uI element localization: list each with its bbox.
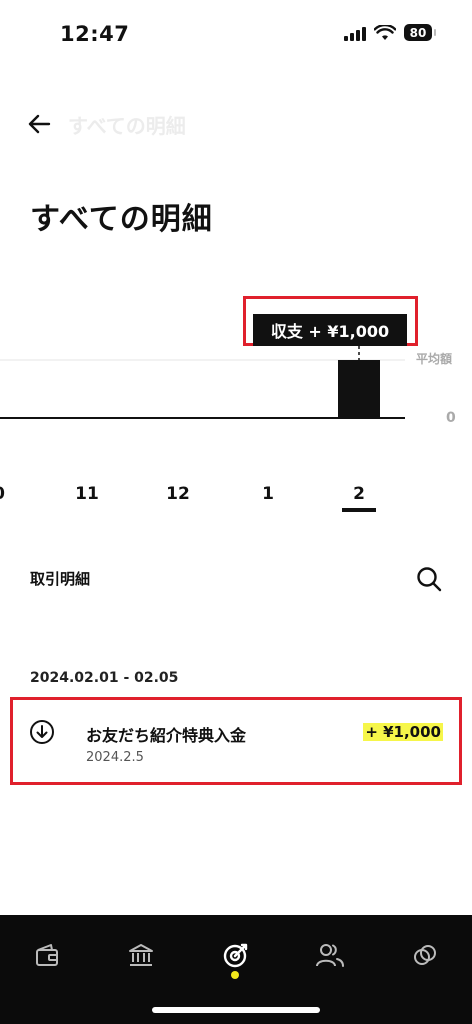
- tab-wallet[interactable]: [27, 935, 67, 975]
- battery-icon: 80: [404, 24, 436, 41]
- page-title: すべての明細: [30, 202, 213, 237]
- wifi-icon: [374, 24, 396, 40]
- bank-icon: [129, 944, 153, 966]
- monthly-chart: 収支 + ¥1,000 平均額 0 0 11 12 1 2: [0, 290, 472, 520]
- link-icon: [414, 945, 436, 965]
- selected-month-indicator: [342, 508, 376, 512]
- tab-friends[interactable]: [310, 935, 350, 975]
- nav-title: すべての明細: [68, 114, 186, 138]
- status-bar: 12:47 80: [0, 0, 472, 70]
- search-icon: [417, 567, 442, 592]
- zero-label: 0: [446, 410, 456, 426]
- back-button[interactable]: [22, 106, 58, 142]
- target-icon: [223, 943, 248, 968]
- tab-savings[interactable]: [216, 935, 256, 975]
- wallet-icon: [36, 944, 58, 966]
- balance-tooltip: 収支 + ¥1,000: [253, 314, 407, 346]
- search-button[interactable]: [414, 564, 444, 594]
- month-tab[interactable]: 12: [166, 484, 190, 504]
- tab-links[interactable]: [405, 935, 445, 975]
- chart-bar[interactable]: [338, 360, 380, 418]
- month-tab-selected[interactable]: 2: [353, 484, 365, 504]
- date-range-header: 2024.02.01 - 02.05: [30, 670, 179, 686]
- back-arrow-icon: [28, 114, 51, 134]
- status-time: 12:47: [60, 22, 130, 46]
- nav-bar: すべての明細: [0, 100, 472, 146]
- month-tab[interactable]: 11: [75, 484, 99, 504]
- deposit-icon: [30, 720, 54, 744]
- transaction-amount: + ¥1,000: [363, 723, 443, 741]
- section-title: 取引明細: [30, 570, 91, 588]
- active-tab-indicator: [231, 971, 239, 979]
- cellular-signal-icon: [344, 25, 366, 41]
- bottom-tab-bar: [0, 915, 472, 1024]
- month-tab[interactable]: 0: [0, 484, 5, 504]
- transaction-title: お友だち紹介特典入金: [86, 726, 247, 745]
- month-tab[interactable]: 1: [262, 484, 274, 504]
- transaction-date: 2024.2.5: [86, 750, 144, 765]
- transaction-row[interactable]: お友だち紹介特典入金 2024.2.5 + ¥1,000: [13, 700, 459, 782]
- status-icons: 80: [344, 24, 436, 41]
- friends-icon: [316, 944, 344, 967]
- average-label: 平均額: [416, 352, 453, 366]
- tab-bank[interactable]: [121, 935, 161, 975]
- home-indicator: [152, 1007, 320, 1013]
